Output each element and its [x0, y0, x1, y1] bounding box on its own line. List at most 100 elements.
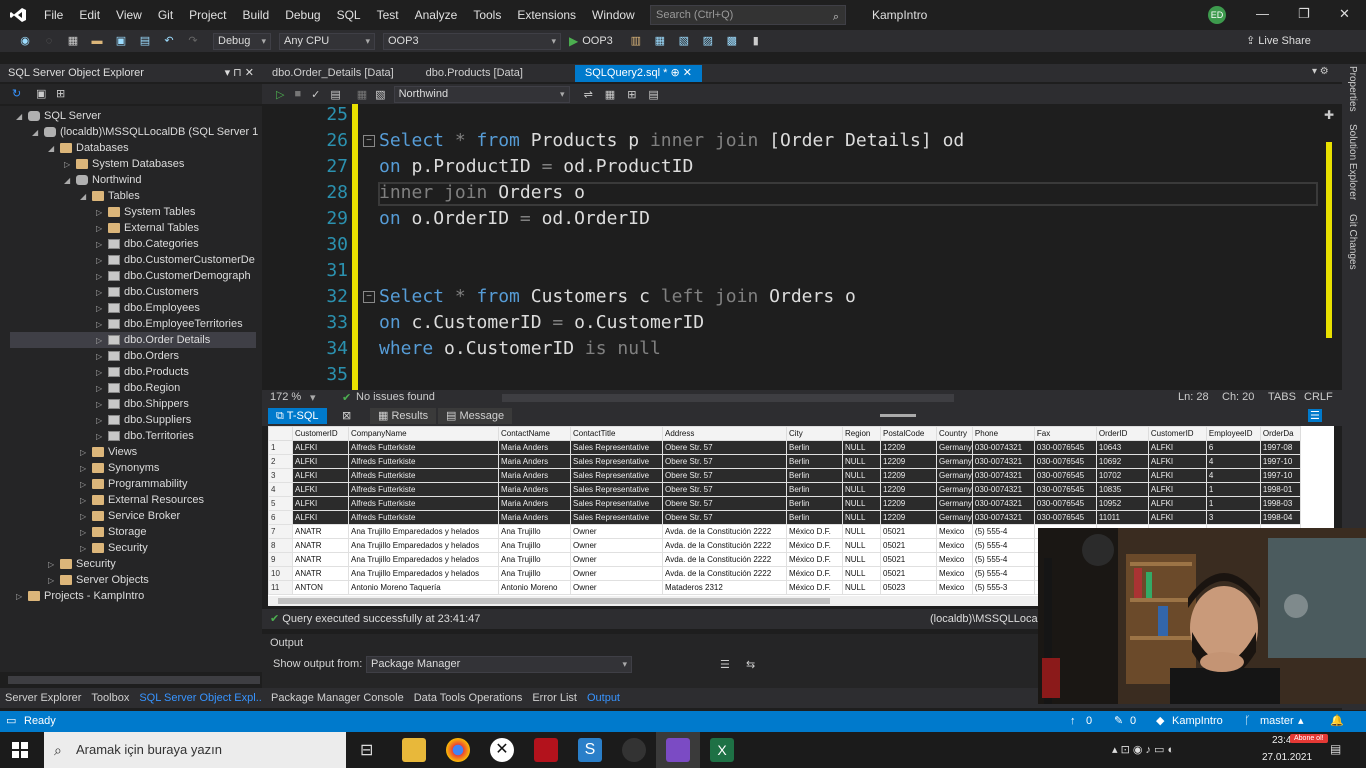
- table-cell[interactable]: Ana Trujillo: [498, 538, 571, 553]
- tree-node[interactable]: ▷ Synonyms: [80, 460, 159, 476]
- column-header[interactable]: Fax: [1033, 426, 1097, 441]
- table-cell[interactable]: 030-0074321: [971, 496, 1035, 511]
- platform-combo[interactable]: Any CPU ▾: [279, 32, 375, 50]
- table-cell[interactable]: (5) 555-4: [971, 524, 1035, 539]
- table-cell[interactable]: Germany: [936, 440, 973, 455]
- table-cell[interactable]: 10952: [1095, 496, 1149, 511]
- table-cell[interactable]: Berlin: [786, 440, 843, 455]
- table-cell[interactable]: 05021: [880, 552, 937, 567]
- table-cell[interactable]: México D.F.: [786, 580, 843, 595]
- indent-mode[interactable]: TABS: [1268, 391, 1296, 403]
- table-cell[interactable]: ANTON: [292, 580, 349, 595]
- table-cell[interactable]: Mexico: [936, 566, 973, 581]
- table-cell[interactable]: (5) 555-4: [971, 566, 1035, 581]
- branch-icon[interactable]: ᚴ: [1244, 711, 1251, 732]
- expanded-arrow-icon[interactable]: ◢: [80, 189, 92, 205]
- row-number[interactable]: 4: [268, 482, 293, 497]
- tab-tsql[interactable]: ⧉ T-SQL: [268, 408, 327, 424]
- table-cell[interactable]: 1998-03: [1259, 496, 1301, 511]
- table-cell[interactable]: Owner: [570, 538, 663, 553]
- subscribe-badge[interactable]: Abone ol!: [1290, 734, 1328, 743]
- toolbar-icon-4[interactable]: ▨: [699, 33, 717, 49]
- collapsed-arrow-icon[interactable]: ▷: [96, 413, 108, 429]
- tray-icons[interactable]: ▴ ⊡ ◉ ♪ ▭ ◐: [1112, 743, 1174, 756]
- table-cell[interactable]: 030-0074321: [971, 468, 1035, 483]
- table-cell[interactable]: Ana Trujillo Emparedados y helados: [348, 524, 499, 539]
- clock-date[interactable]: 27.01.2021: [1262, 752, 1312, 763]
- table-cell[interactable]: Berlin: [786, 496, 843, 511]
- branch-name[interactable]: master: [1260, 711, 1294, 732]
- table-cell[interactable]: Ana Trujillo Emparedados y helados: [348, 552, 499, 567]
- table-cell[interactable]: ALFKI: [1147, 510, 1207, 525]
- table-cell[interactable]: 12209: [880, 468, 937, 483]
- table-cell[interactable]: Antonio Moreno Taquería: [348, 580, 499, 595]
- zoom-level[interactable]: 172 %: [270, 391, 301, 403]
- table-cell[interactable]: Owner: [570, 566, 663, 581]
- collapsed-arrow-icon[interactable]: ▷: [80, 525, 92, 541]
- table-cell[interactable]: 030-0074321: [971, 440, 1035, 455]
- tree-node[interactable]: ▷ dbo.Territories: [96, 428, 194, 444]
- tree-node[interactable]: ▷ Storage: [80, 524, 147, 540]
- row-number[interactable]: 1: [268, 440, 293, 455]
- table-cell[interactable]: 12209: [880, 496, 937, 511]
- collapse-icon[interactable]: −: [363, 291, 375, 303]
- redo-icon[interactable]: ↷: [184, 33, 202, 49]
- table-cell[interactable]: Avda. de la Constitución 2222: [662, 538, 787, 553]
- visual-studio-logo-icon[interactable]: [0, 0, 36, 30]
- menu-item-git[interactable]: Git: [150, 0, 181, 30]
- issues-status[interactable]: No issues found: [356, 391, 435, 403]
- collapsed-arrow-icon[interactable]: ▷: [80, 541, 92, 557]
- new-project-icon[interactable]: ▦: [64, 33, 82, 49]
- table-cell[interactable]: (5) 555-3: [971, 580, 1035, 595]
- bottom-tab-1[interactable]: Toolbox: [86, 692, 134, 704]
- table-cell[interactable]: 1997-10: [1259, 468, 1301, 483]
- row-number[interactable]: 2: [268, 454, 293, 469]
- table-cell[interactable]: Maria Anders: [498, 482, 571, 497]
- forward-icon[interactable]: ◌: [40, 33, 58, 49]
- menu-item-edit[interactable]: Edit: [71, 0, 108, 30]
- tree-node[interactable]: ▷ External Tables: [96, 220, 199, 236]
- table-cell[interactable]: NULL: [842, 468, 881, 483]
- save-all-icon[interactable]: ▤: [136, 33, 154, 49]
- sql-editor[interactable]: 25 26− Select * from Products p inner join…: [262, 104, 1342, 390]
- table-cell[interactable]: Alfreds Futterkiste: [348, 482, 499, 497]
- table-cell[interactable]: Mataderos 2312: [662, 580, 787, 595]
- table-cell[interactable]: NULL: [842, 510, 881, 525]
- table-cell[interactable]: 10835: [1095, 482, 1149, 497]
- search-input[interactable]: Search (Ctrl+Q) ⌕: [650, 5, 846, 25]
- collapsed-arrow-icon[interactable]: ▷: [96, 221, 108, 237]
- split-icon[interactable]: ✚: [1324, 108, 1334, 122]
- collapsed-arrow-icon[interactable]: ▷: [16, 589, 28, 605]
- table-cell[interactable]: Sales Representative: [570, 496, 663, 511]
- tree-node[interactable]: ▷ System Tables: [96, 204, 195, 220]
- table-cell[interactable]: ALFKI: [1147, 454, 1207, 469]
- up-arrow-icon[interactable]: ↑: [1070, 711, 1076, 732]
- table-cell[interactable]: ANATR: [292, 552, 349, 567]
- unity-icon[interactable]: [622, 738, 646, 762]
- ssms-icon[interactable]: S: [578, 738, 602, 762]
- tree-node[interactable]: ▷ Service Broker: [80, 508, 180, 524]
- table-cell[interactable]: NULL: [842, 440, 881, 455]
- table-cell[interactable]: Alfreds Futterkiste: [348, 510, 499, 525]
- collapsed-arrow-icon[interactable]: ▷: [96, 333, 108, 349]
- bottom-tab-2[interactable]: SQL Server Object Expl...: [134, 692, 270, 704]
- results-text-icon[interactable]: ⊞: [627, 88, 636, 101]
- menu-item-tools[interactable]: Tools: [465, 0, 509, 30]
- table-cell[interactable]: México D.F.: [786, 538, 843, 553]
- table-cell[interactable]: 12209: [880, 454, 937, 469]
- connect-icon[interactable]: ▦: [357, 88, 367, 101]
- table-cell[interactable]: Avda. de la Constitución 2222: [662, 552, 787, 567]
- collapsed-arrow-icon[interactable]: ▷: [96, 317, 108, 333]
- table-cell[interactable]: 1: [1205, 496, 1261, 511]
- collapsed-arrow-icon[interactable]: ▷: [64, 157, 76, 173]
- chevron-down-icon[interactable]: ▾: [310, 391, 316, 404]
- editor-scrollbar[interactable]: [1322, 108, 1336, 388]
- database-combo[interactable]: Northwind ▾: [393, 85, 570, 103]
- column-header[interactable]: CustomerID: [1147, 426, 1207, 441]
- column-header[interactable]: Phone: [971, 426, 1035, 441]
- table-cell[interactable]: NULL: [842, 566, 881, 581]
- column-header[interactable]: CustomerID: [292, 426, 349, 441]
- collapsed-arrow-icon[interactable]: ▷: [96, 397, 108, 413]
- table-cell[interactable]: Maria Anders: [498, 454, 571, 469]
- expanded-arrow-icon[interactable]: ◢: [16, 109, 28, 125]
